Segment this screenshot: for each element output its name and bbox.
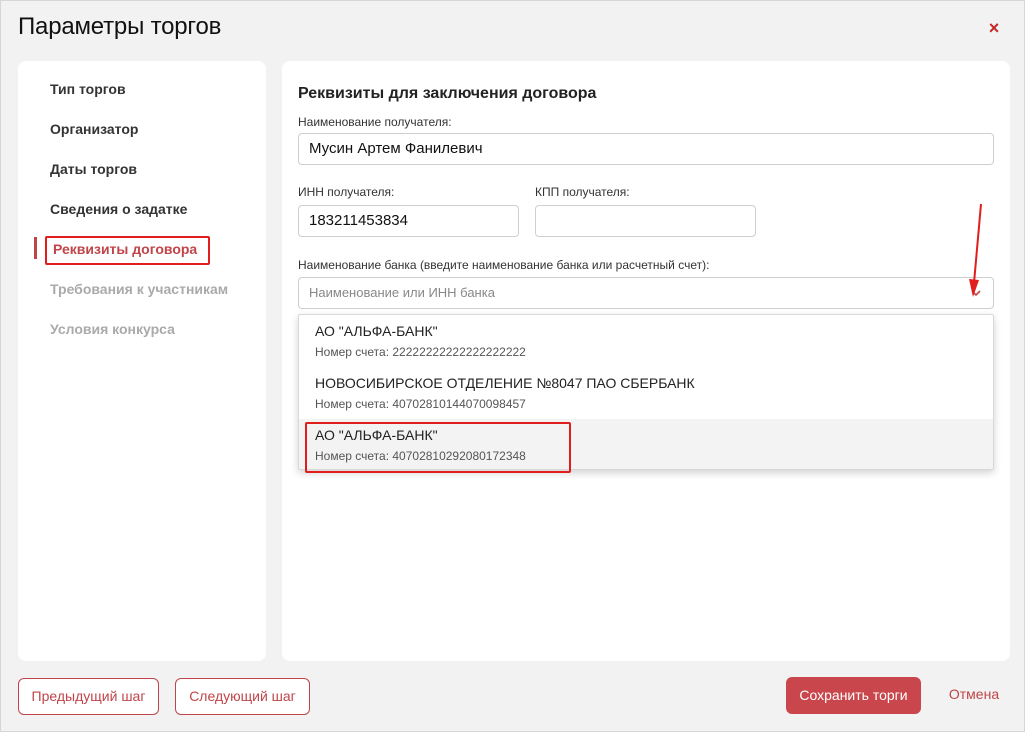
sidebar-item-organizer[interactable]: Организатор [50, 121, 138, 137]
bank-option[interactable]: АО "АЛЬФА-БАНК" Номер счета: 40702810292… [299, 419, 993, 469]
bank-option-account: Номер счета: 40702810144070098457 [315, 397, 526, 411]
active-step-indicator [34, 237, 37, 259]
cancel-button[interactable]: Отмена [939, 677, 1009, 714]
close-icon[interactable]: × [985, 19, 1003, 37]
bank-option[interactable]: НОВОСИБИРСКОЕ ОТДЕЛЕНИЕ №8047 ПАО СБЕРБА… [299, 367, 993, 419]
sidebar-item-dates[interactable]: Даты торгов [50, 161, 137, 177]
dialog-title: Параметры торгов [18, 13, 222, 40]
bank-option-name: АО "АЛЬФА-БАНК" [315, 323, 438, 339]
bank-search-placeholder: Наименование или ИНН банка [309, 285, 495, 300]
bank-label: Наименование банка (введите наименование… [298, 258, 710, 272]
bank-search-input[interactable]: Наименование или ИНН банка [298, 277, 994, 309]
bank-option-name: НОВОСИБИРСКОЕ ОТДЕЛЕНИЕ №8047 ПАО СБЕРБА… [315, 375, 695, 391]
next-step-button[interactable]: Следующий шаг [175, 678, 310, 715]
bank-option-account: Номер счета: 22222222222222222222 [315, 345, 526, 359]
steps-sidebar: Тип торгов Организатор Даты торгов Сведе… [18, 61, 266, 661]
kpp-label: КПП получателя: [535, 185, 630, 199]
bank-dropdown-list: АО "АЛЬФА-БАНК" Номер счета: 22222222222… [298, 314, 994, 470]
sidebar-item-trade-type[interactable]: Тип торгов [50, 81, 126, 97]
bank-option-name: АО "АЛЬФА-БАНК" [315, 427, 438, 443]
section-title: Реквизиты для заключения договора [298, 85, 597, 102]
inn-label: ИНН получателя: [298, 185, 395, 199]
bank-option-account: Номер счета: 40702810292080172348 [315, 449, 526, 463]
recipient-name-label: Наименование получателя: [298, 115, 452, 129]
chevron-down-icon[interactable] [969, 286, 983, 300]
kpp-field[interactable] [535, 205, 756, 237]
sidebar-item-participant-requirements: Требования к участникам [50, 281, 229, 297]
save-trade-button[interactable]: Сохранить торги [786, 677, 921, 714]
trade-params-dialog: Параметры торгов × Тип торгов Организато… [0, 0, 1025, 732]
bank-option[interactable]: АО "АЛЬФА-БАНК" Номер счета: 22222222222… [299, 315, 993, 367]
inn-field[interactable]: 183211453834 [298, 205, 519, 237]
sidebar-item-contest-terms: Условия конкурса [50, 321, 175, 337]
prev-step-button[interactable]: Предыдущий шаг [18, 678, 159, 715]
recipient-name-field[interactable]: Мусин Артем Фанилевич [298, 133, 994, 165]
sidebar-item-deposit[interactable]: Сведения о задатке [50, 201, 187, 217]
sidebar-item-contract-details[interactable]: Реквизиты договора [53, 241, 197, 257]
